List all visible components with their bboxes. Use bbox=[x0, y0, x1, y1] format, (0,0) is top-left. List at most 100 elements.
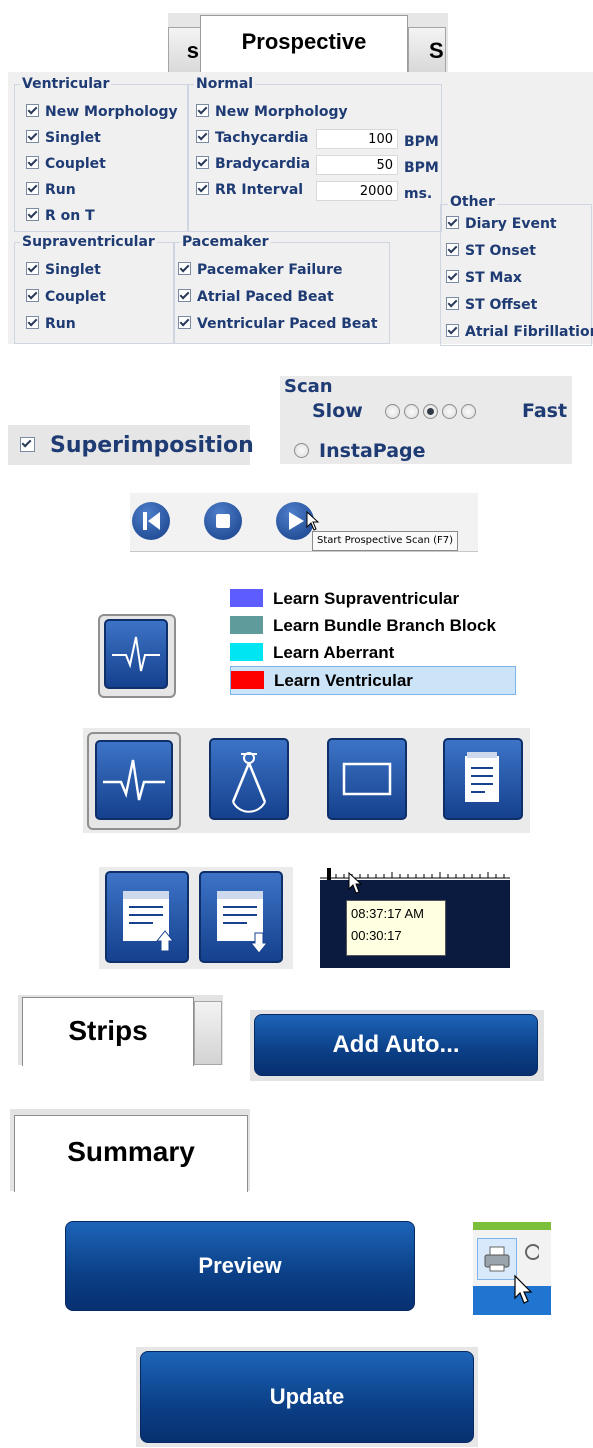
ventricular-couplet-checkbox[interactable]: Couplet bbox=[26, 156, 106, 176]
update-button[interactable]: Update bbox=[140, 1351, 474, 1443]
radio-icon bbox=[294, 443, 309, 458]
rr-interval-checkbox[interactable]: RR Interval bbox=[196, 182, 303, 202]
instapage-radio[interactable]: InstaPage bbox=[294, 440, 426, 462]
checkbox-checked-icon bbox=[196, 104, 209, 117]
other-title: Other bbox=[448, 194, 497, 210]
notepad-icon bbox=[465, 752, 499, 802]
checkbox-checked-icon bbox=[26, 130, 39, 143]
notes-button[interactable] bbox=[443, 738, 523, 820]
scan-speed-radio-3[interactable] bbox=[423, 404, 438, 419]
swatch-icon bbox=[230, 643, 263, 661]
tab-strips[interactable]: Strips bbox=[22, 997, 194, 1066]
tab-prospective[interactable]: Prospective bbox=[200, 15, 408, 74]
tab-left-partial[interactable]: s bbox=[168, 27, 202, 75]
ventricular-new-morphology-checkbox[interactable]: New Morphology bbox=[26, 104, 178, 124]
learn-aberrant-item[interactable]: Learn Aberrant bbox=[230, 639, 516, 666]
checkbox-checked-icon bbox=[446, 297, 459, 310]
scan-slow-label: Slow bbox=[312, 400, 363, 422]
pacemaker-failure-checkbox[interactable]: Pacemaker Failure bbox=[178, 262, 343, 282]
supraventricular-couplet-checkbox[interactable]: Couplet bbox=[26, 289, 106, 309]
mouse-cursor-icon bbox=[514, 1274, 533, 1304]
stop-icon bbox=[216, 514, 230, 528]
normal-title: Normal bbox=[194, 76, 256, 92]
add-auto-container: Add Auto... bbox=[250, 1010, 544, 1081]
learn-ventricular-item[interactable]: Learn Ventricular bbox=[230, 666, 516, 695]
add-auto-button[interactable]: Add Auto... bbox=[254, 1014, 538, 1076]
learn-supraventricular-item[interactable]: Learn Supraventricular bbox=[230, 585, 516, 612]
ventricular-singlet-checkbox[interactable]: Singlet bbox=[26, 130, 101, 150]
zoom-icon[interactable] bbox=[521, 1240, 539, 1270]
calipers-button[interactable] bbox=[209, 738, 289, 820]
toolbar-accent-bar bbox=[473, 1222, 551, 1230]
print-button[interactable] bbox=[477, 1238, 517, 1280]
tab-next-partial[interactable] bbox=[194, 1001, 222, 1065]
supraventricular-title: Supraventricular bbox=[20, 234, 157, 250]
time-ruler-panel[interactable]: 08:37:17 AM 00:30:17 bbox=[320, 864, 510, 968]
ventricular-title: Ventricular bbox=[20, 76, 112, 92]
supraventricular-singlet-checkbox[interactable]: Singlet bbox=[26, 262, 101, 282]
scan-speed-radio-1[interactable] bbox=[385, 404, 400, 419]
scan-speed-radio-4[interactable] bbox=[442, 404, 457, 419]
checkbox-checked-icon bbox=[26, 289, 39, 302]
bradycardia-value-field[interactable]: 50 bbox=[316, 155, 398, 175]
checkbox-checked-icon bbox=[26, 262, 39, 275]
preview-button[interactable]: Preview bbox=[65, 1221, 415, 1311]
checkbox-checked-icon bbox=[26, 104, 39, 117]
learn-menu: Learn Supraventricular Learn Bundle Bran… bbox=[230, 585, 516, 697]
tachycardia-value-field[interactable]: 100 bbox=[316, 129, 398, 149]
atrial-fibrillation-checkbox[interactable]: Atrial Fibrillation bbox=[446, 324, 593, 344]
page-down-icon bbox=[217, 891, 269, 954]
ventricular-paced-beat-checkbox[interactable]: Ventricular Paced Beat bbox=[178, 316, 378, 336]
scan-speed-radio-group bbox=[385, 403, 480, 422]
checkbox-checked-icon bbox=[178, 262, 191, 275]
scan-speed-panel: Scan Slow Fast InstaPage bbox=[280, 376, 572, 464]
checkbox-checked-icon bbox=[446, 324, 459, 337]
normal-new-morphology-checkbox[interactable]: New Morphology bbox=[196, 104, 348, 124]
scan-controls-toolbar: Start Prospective Scan (F7) bbox=[130, 493, 478, 552]
bradycardia-unit: BPM bbox=[404, 160, 439, 176]
checkbox-checked-icon bbox=[178, 289, 191, 302]
supraventricular-run-checkbox[interactable]: Run bbox=[26, 316, 76, 336]
bradycardia-checkbox[interactable]: Bradycardia bbox=[196, 156, 310, 176]
page-up-icon bbox=[123, 891, 175, 952]
scan-speed-radio-2[interactable] bbox=[404, 404, 419, 419]
learn-bundle-branch-block-item[interactable]: Learn Bundle Branch Block bbox=[230, 612, 516, 639]
ecg-waveform-icon bbox=[112, 636, 160, 672]
checkbox-checked-icon bbox=[178, 316, 191, 329]
tab-right-partial[interactable]: S bbox=[408, 27, 446, 73]
swatch-icon bbox=[230, 616, 263, 634]
tachycardia-checkbox[interactable]: Tachycardia bbox=[196, 130, 309, 150]
rewind-button[interactable] bbox=[132, 502, 170, 540]
stop-button[interactable] bbox=[204, 502, 242, 540]
diary-event-checkbox[interactable]: Diary Event bbox=[446, 216, 557, 236]
print-toolbar bbox=[473, 1222, 551, 1315]
ecg-waveform-icon bbox=[103, 759, 165, 801]
tab-summary[interactable]: Summary bbox=[14, 1115, 248, 1192]
st-onset-checkbox[interactable]: ST Onset bbox=[446, 243, 536, 263]
event-settings-panel: Ventricular New Morphology Singlet Coupl… bbox=[8, 72, 593, 346]
swatch-icon bbox=[231, 671, 264, 689]
ventricular-run-checkbox[interactable]: Run bbox=[26, 182, 76, 202]
pacemaker-title: Pacemaker bbox=[180, 234, 271, 250]
mouse-cursor-icon bbox=[348, 872, 363, 894]
superimposition-checkbox[interactable]: Superimposition bbox=[8, 425, 254, 465]
checkbox-checked-icon bbox=[26, 316, 39, 329]
st-offset-checkbox[interactable]: ST Offset bbox=[446, 297, 537, 317]
scan-speed-radio-5[interactable] bbox=[461, 404, 476, 419]
checkbox-checked-icon bbox=[196, 130, 209, 143]
rectangle-tool-button[interactable] bbox=[327, 738, 407, 820]
ecg-tool-button[interactable] bbox=[95, 740, 173, 820]
mouse-cursor-icon bbox=[306, 511, 320, 531]
learn-button[interactable] bbox=[104, 619, 168, 689]
calipers-icon bbox=[231, 752, 267, 813]
atrial-paced-beat-checkbox[interactable]: Atrial Paced Beat bbox=[178, 289, 334, 309]
ventricular-r-on-t-checkbox[interactable]: R on T bbox=[26, 208, 95, 228]
rr-interval-value-field[interactable]: 2000 bbox=[316, 181, 398, 201]
previous-page-button[interactable] bbox=[105, 871, 189, 963]
rr-interval-unit: ms. bbox=[404, 186, 433, 202]
checkbox-checked-icon bbox=[446, 270, 459, 283]
next-page-button[interactable] bbox=[199, 871, 283, 963]
tachycardia-unit: BPM bbox=[404, 134, 439, 150]
st-max-checkbox[interactable]: ST Max bbox=[446, 270, 522, 290]
scan-title: Scan bbox=[284, 376, 333, 397]
